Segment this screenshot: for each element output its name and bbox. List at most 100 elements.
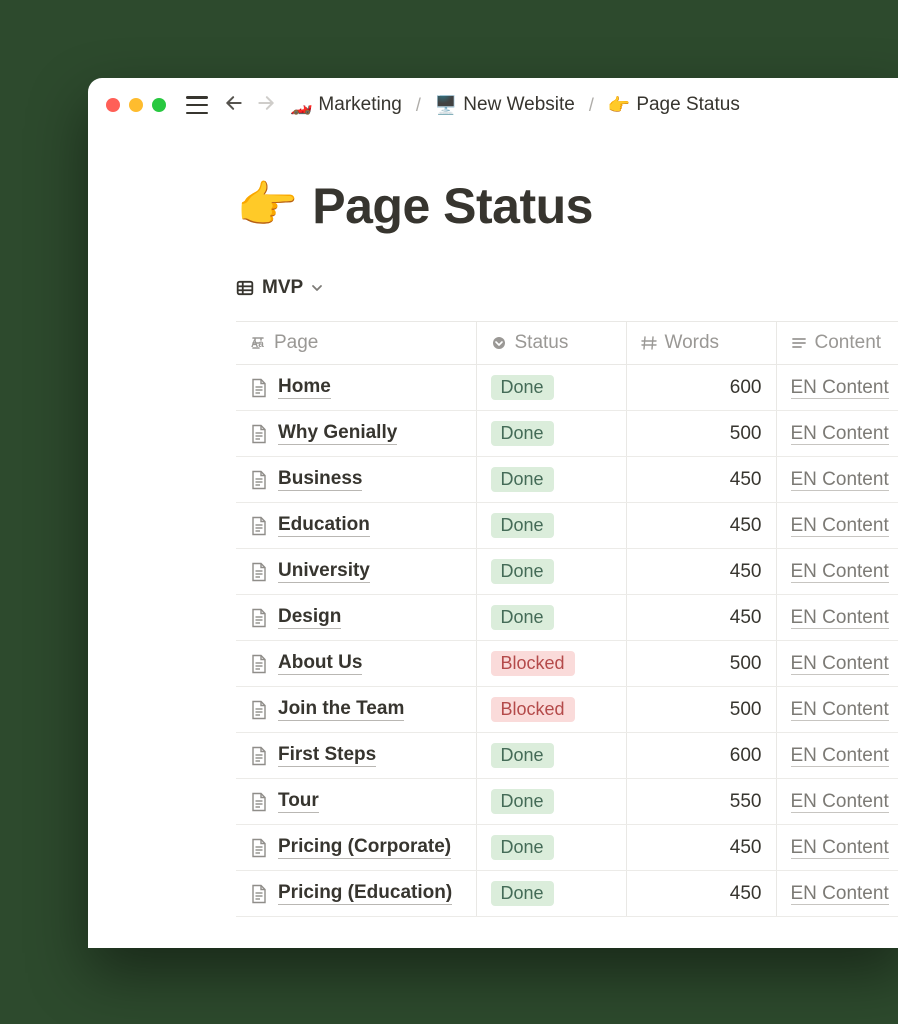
document-icon bbox=[250, 746, 268, 766]
table-row[interactable]: Pricing (Corporate) Done 450 EN Content bbox=[236, 825, 898, 871]
content-link[interactable]: EN Content bbox=[791, 883, 889, 905]
breadcrumb-label: New Website bbox=[463, 94, 575, 116]
document-icon bbox=[250, 608, 268, 628]
page-name-cell[interactable]: Why Genially bbox=[278, 422, 397, 445]
text-icon: Aa bbox=[250, 335, 266, 351]
words-cell[interactable]: 450 bbox=[626, 457, 776, 503]
column-header-status[interactable]: Status bbox=[476, 322, 626, 365]
content-link[interactable]: EN Content bbox=[791, 791, 889, 813]
content-link[interactable]: EN Content bbox=[791, 653, 889, 675]
table-row[interactable]: University Done 450 EN Content bbox=[236, 549, 898, 595]
table-row[interactable]: Business Done 450 EN Content bbox=[236, 457, 898, 503]
page-name-cell[interactable]: Pricing (Education) bbox=[278, 882, 452, 905]
view-selector[interactable]: MVP bbox=[236, 277, 898, 299]
words-cell[interactable]: 450 bbox=[626, 871, 776, 917]
forward-button[interactable] bbox=[254, 93, 278, 117]
table-row[interactable]: First Steps Done 600 EN Content bbox=[236, 733, 898, 779]
column-label: Words bbox=[665, 332, 720, 354]
column-label: Content bbox=[815, 332, 882, 354]
words-cell[interactable]: 450 bbox=[626, 503, 776, 549]
words-cell[interactable]: 500 bbox=[626, 411, 776, 457]
words-cell[interactable]: 600 bbox=[626, 733, 776, 779]
column-label: Status bbox=[515, 332, 569, 354]
breadcrumb-item-page-status[interactable]: 👉 Page Status bbox=[604, 92, 744, 118]
words-cell[interactable]: 600 bbox=[626, 365, 776, 411]
document-icon bbox=[250, 792, 268, 812]
document-icon bbox=[250, 838, 268, 858]
page-name-cell[interactable]: Pricing (Corporate) bbox=[278, 836, 451, 859]
breadcrumb-item-new-website[interactable]: 🖥️ New Website bbox=[431, 92, 579, 118]
page-name-cell[interactable]: Tour bbox=[278, 790, 319, 813]
table-row[interactable]: Home Done 600 EN Content bbox=[236, 365, 898, 411]
status-badge[interactable]: Done bbox=[491, 421, 554, 446]
content-link[interactable]: EN Content bbox=[791, 423, 889, 445]
words-cell[interactable]: 450 bbox=[626, 595, 776, 641]
words-cell[interactable]: 450 bbox=[626, 549, 776, 595]
table-icon bbox=[236, 279, 254, 297]
content-link[interactable]: EN Content bbox=[791, 469, 889, 491]
page-name-cell[interactable]: Join the Team bbox=[278, 698, 404, 721]
status-badge[interactable]: Done bbox=[491, 881, 554, 906]
document-icon bbox=[250, 700, 268, 720]
table-row[interactable]: Design Done 450 EN Content bbox=[236, 595, 898, 641]
page-title[interactable]: Page Status bbox=[312, 177, 593, 235]
database-table: Aa Page Status Words bbox=[236, 321, 898, 917]
pointing-icon: 👉 bbox=[608, 95, 630, 116]
content-link[interactable]: EN Content bbox=[791, 837, 889, 859]
page-name-cell[interactable]: Business bbox=[278, 468, 362, 491]
document-icon bbox=[250, 654, 268, 674]
table-row[interactable]: Education Done 450 EN Content bbox=[236, 503, 898, 549]
status-badge[interactable]: Blocked bbox=[491, 651, 575, 676]
page-name-cell[interactable]: First Steps bbox=[278, 744, 376, 767]
status-badge[interactable]: Done bbox=[491, 835, 554, 860]
page-name-cell[interactable]: Home bbox=[278, 376, 331, 399]
words-cell[interactable]: 550 bbox=[626, 779, 776, 825]
table-row[interactable]: Join the Team Blocked 500 EN Content bbox=[236, 687, 898, 733]
page-title-row: 👉 Page Status bbox=[236, 176, 898, 235]
column-header-content[interactable]: Content bbox=[776, 322, 898, 365]
column-header-words[interactable]: Words bbox=[626, 322, 776, 365]
words-cell[interactable]: 500 bbox=[626, 641, 776, 687]
words-cell[interactable]: 500 bbox=[626, 687, 776, 733]
window-controls bbox=[106, 98, 166, 112]
table-row[interactable]: Pricing (Education) Done 450 EN Content bbox=[236, 871, 898, 917]
page-name-cell[interactable]: University bbox=[278, 560, 370, 583]
desktop-icon: 🖥️ bbox=[435, 95, 457, 116]
content-link[interactable]: EN Content bbox=[791, 745, 889, 767]
menu-icon[interactable] bbox=[186, 96, 208, 114]
breadcrumb-item-marketing[interactable]: 🏎️ Marketing bbox=[286, 92, 406, 118]
content-link[interactable]: EN Content bbox=[791, 377, 889, 399]
table-row[interactable]: Why Genially Done 500 EN Content bbox=[236, 411, 898, 457]
close-window-button[interactable] bbox=[106, 98, 120, 112]
status-badge[interactable]: Done bbox=[491, 743, 554, 768]
chevron-down-icon bbox=[311, 282, 323, 294]
table-row[interactable]: About Us Blocked 500 EN Content bbox=[236, 641, 898, 687]
status-badge[interactable]: Done bbox=[491, 513, 554, 538]
svg-text:Aa: Aa bbox=[251, 339, 264, 350]
page-name-cell[interactable]: Design bbox=[278, 606, 341, 629]
status-badge[interactable]: Done bbox=[491, 375, 554, 400]
status-badge[interactable]: Done bbox=[491, 467, 554, 492]
column-header-page[interactable]: Aa Page bbox=[236, 322, 476, 365]
status-badge[interactable]: Done bbox=[491, 559, 554, 584]
content-link[interactable]: EN Content bbox=[791, 699, 889, 721]
breadcrumb-label: Marketing bbox=[318, 94, 401, 116]
column-label: Page bbox=[274, 332, 318, 354]
page-name-cell[interactable]: Education bbox=[278, 514, 370, 537]
content-link[interactable]: EN Content bbox=[791, 561, 889, 583]
select-icon bbox=[491, 335, 507, 351]
content-link[interactable]: EN Content bbox=[791, 607, 889, 629]
table-row[interactable]: Tour Done 550 EN Content bbox=[236, 779, 898, 825]
page-emoji[interactable]: 👉 bbox=[236, 176, 298, 235]
content-link[interactable]: EN Content bbox=[791, 515, 889, 537]
maximize-window-button[interactable] bbox=[152, 98, 166, 112]
back-button[interactable] bbox=[222, 93, 246, 117]
minimize-window-button[interactable] bbox=[129, 98, 143, 112]
toolbar: 🏎️ Marketing / 🖥️ New Website / 👉 Page S… bbox=[88, 78, 898, 128]
document-icon bbox=[250, 378, 268, 398]
words-cell[interactable]: 450 bbox=[626, 825, 776, 871]
page-name-cell[interactable]: About Us bbox=[278, 652, 362, 675]
status-badge[interactable]: Done bbox=[491, 789, 554, 814]
status-badge[interactable]: Blocked bbox=[491, 697, 575, 722]
status-badge[interactable]: Done bbox=[491, 605, 554, 630]
